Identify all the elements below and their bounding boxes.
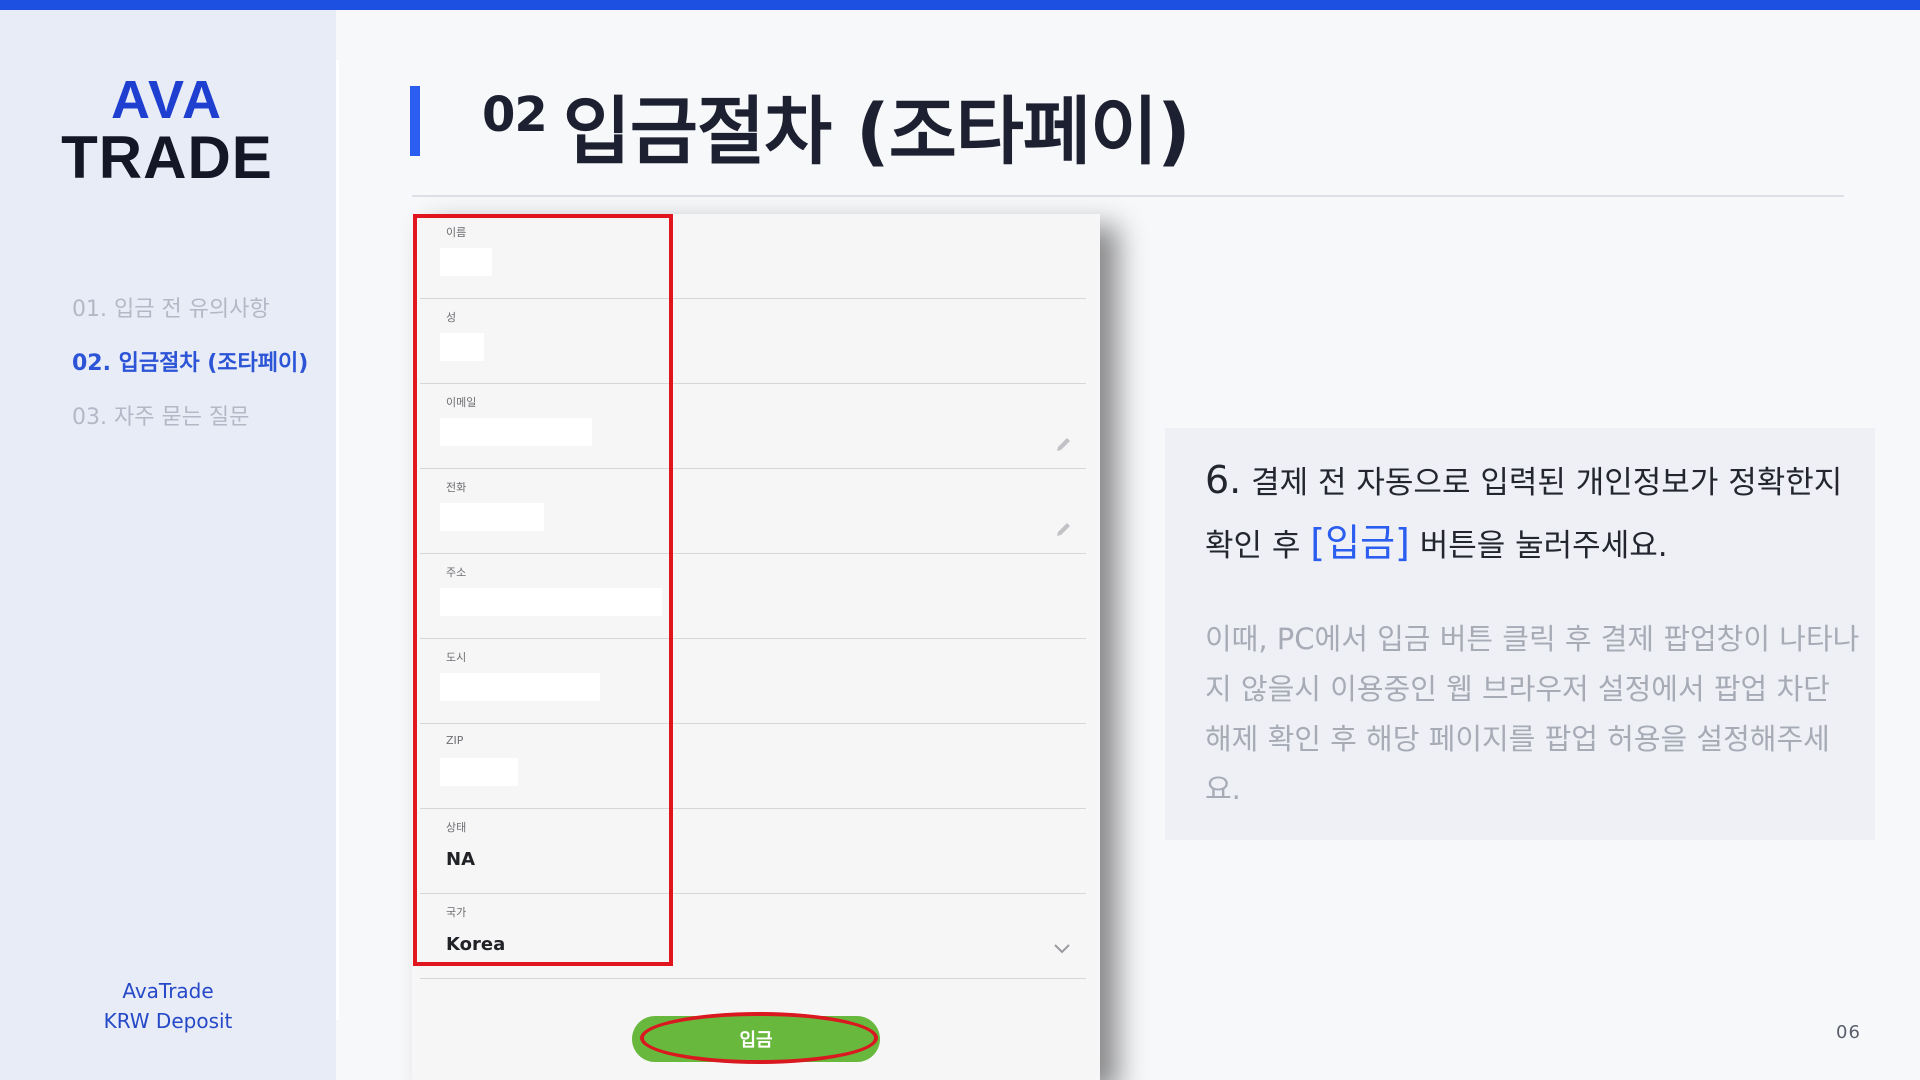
- step-highlight: [입금]: [1310, 521, 1410, 565]
- step-instruction: 6. 결제 전 자동으로 입력된 개인정보가 정확한지 확인 후 [입금] 버튼…: [1205, 450, 1865, 576]
- nav-item-faq[interactable]: 03. 자주 묻는 질문: [72, 400, 308, 454]
- title-accent-bar: [410, 86, 420, 156]
- step-number: 6.: [1205, 458, 1242, 502]
- page-number: 06: [1836, 1022, 1861, 1043]
- header-divider: [412, 195, 1844, 197]
- highlight-ring-deposit-button: [640, 1012, 878, 1064]
- sidebar-divider: [336, 60, 339, 1020]
- instruction-panel: 6. 결제 전 자동으로 입력된 개인정보가 정확한지 확인 후 [입금] 버튼…: [1165, 428, 1875, 840]
- sidebar-footer: AvaTrade KRW Deposit: [0, 976, 336, 1036]
- step-text-after: 버튼을 눌러주세요.: [1419, 528, 1668, 564]
- popup-note: 이때, PC에서 입금 버튼 클릭 후 결제 팝업창이 나타나지 않을시 이용중…: [1205, 622, 1860, 806]
- footer-subtitle: KRW Deposit: [103, 1009, 233, 1033]
- highlight-box-fields: [413, 214, 673, 966]
- pencil-icon[interactable]: [1054, 434, 1074, 454]
- footer-brand-name: AvaTrade: [122, 979, 214, 1003]
- nav-item-deposit-procedure[interactable]: 02. 입금절차 (조타페이): [72, 346, 308, 400]
- avatrade-logo: AVA TRADE: [61, 74, 273, 182]
- logo-line1: AVA: [111, 74, 223, 130]
- section-title: 입금절차 (조타페이): [562, 89, 1191, 175]
- chevron-down-icon[interactable]: [1052, 938, 1072, 958]
- sidebar-nav: 01. 입금 전 유의사항 02. 입금절차 (조타페이) 03. 자주 묻는 …: [72, 292, 308, 454]
- logo-line2: TRADE: [61, 124, 273, 182]
- pencil-icon[interactable]: [1054, 519, 1074, 539]
- nav-item-precautions[interactable]: 01. 입금 전 유의사항: [72, 292, 308, 346]
- page-title: 02 입금절차 (조타페이): [482, 72, 1191, 179]
- section-number: 02: [482, 87, 548, 143]
- top-accent-bar: [0, 0, 1920, 10]
- sidebar: AVA TRADE 01. 입금 전 유의사항 02. 입금절차 (조타페이) …: [0, 10, 336, 1080]
